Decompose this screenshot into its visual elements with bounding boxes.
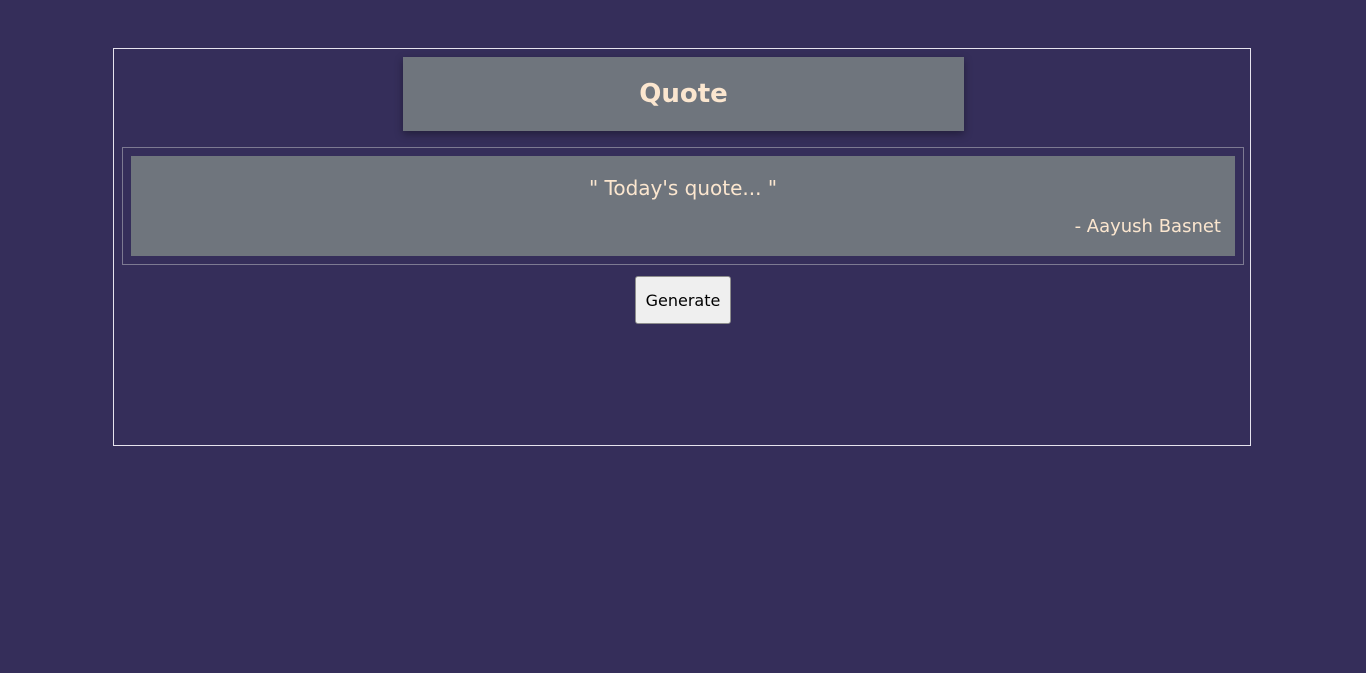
quote-author: - Aayush Basnet [1074,216,1221,237]
title-banner: Quote [403,57,964,131]
quote-card: " Today's quote... " - Aayush Basnet [122,147,1244,265]
app-frame: Quote " Today's quote... " - Aayush Basn… [113,48,1251,446]
page-title: Quote [639,79,728,109]
quote-text: " Today's quote... " [588,176,778,200]
generate-button[interactable]: Generate [635,276,731,324]
quote-panel: " Today's quote... " - Aayush Basnet [131,156,1235,256]
